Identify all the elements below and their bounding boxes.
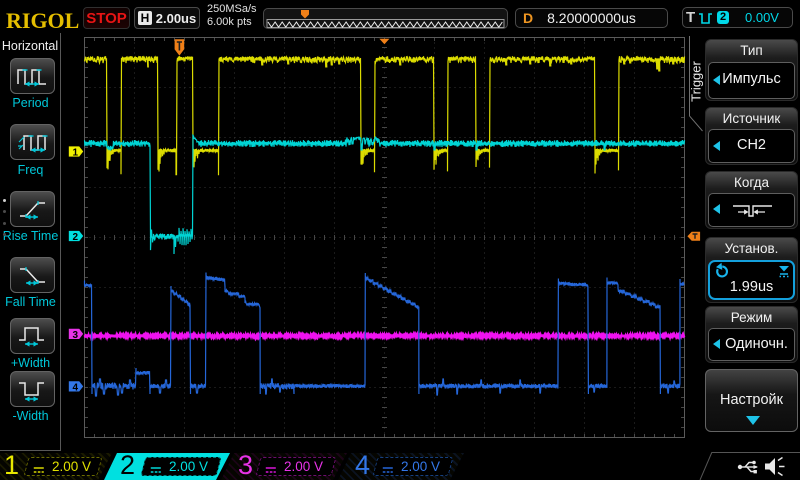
svg-text:3: 3 xyxy=(73,330,79,341)
svg-text:1: 1 xyxy=(73,148,79,159)
svg-text:2: 2 xyxy=(73,232,79,243)
svg-text:4: 4 xyxy=(73,382,79,393)
